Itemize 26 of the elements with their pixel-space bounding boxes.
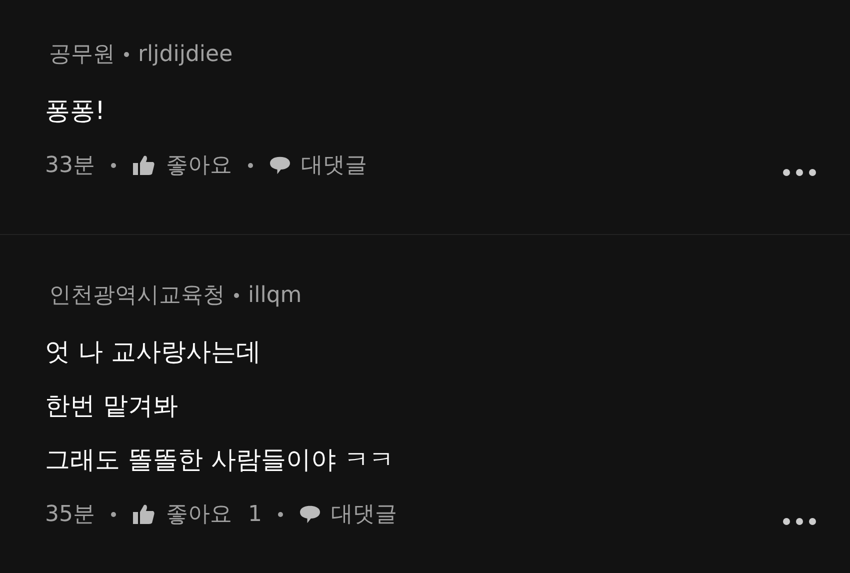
separator-dot <box>248 162 253 168</box>
thumbs-up-icon <box>132 154 156 176</box>
speech-bubble-icon <box>269 155 291 175</box>
speech-bubble-icon <box>299 504 321 524</box>
separator-dot <box>111 512 116 516</box>
more-options-icon[interactable] <box>783 168 816 176</box>
user-id: rljdijdiee <box>138 42 233 66</box>
reply-button[interactable]: 대댓글 <box>299 499 397 529</box>
comment-time: 33분 <box>45 152 95 180</box>
author-name: 인천광역시교육청 <box>49 282 225 310</box>
thumbs-up-icon <box>132 503 156 525</box>
separator-dot <box>234 292 239 298</box>
comment-time: 35분 <box>45 501 95 529</box>
reply-button[interactable]: 대댓글 <box>269 150 367 180</box>
like-button[interactable]: 좋아요 1 <box>132 499 262 529</box>
separator-dot <box>278 512 283 516</box>
more-options-icon[interactable] <box>783 518 816 524</box>
comment-text: 엇 나 교사랑사는데 <box>45 336 262 368</box>
like-button[interactable]: 좋아요 <box>132 150 232 180</box>
author-name: 공무원 <box>49 41 115 69</box>
user-id: illqm <box>248 282 302 308</box>
separator-dot <box>124 52 129 56</box>
comment-text: 그래도 똘똘한 사람들이야 ㅋㅋ <box>45 444 395 476</box>
separator-dot <box>111 162 116 168</box>
comment-text: 퐁퐁! <box>45 95 106 127</box>
comment-text: 한번 맡겨봐 <box>45 390 179 422</box>
